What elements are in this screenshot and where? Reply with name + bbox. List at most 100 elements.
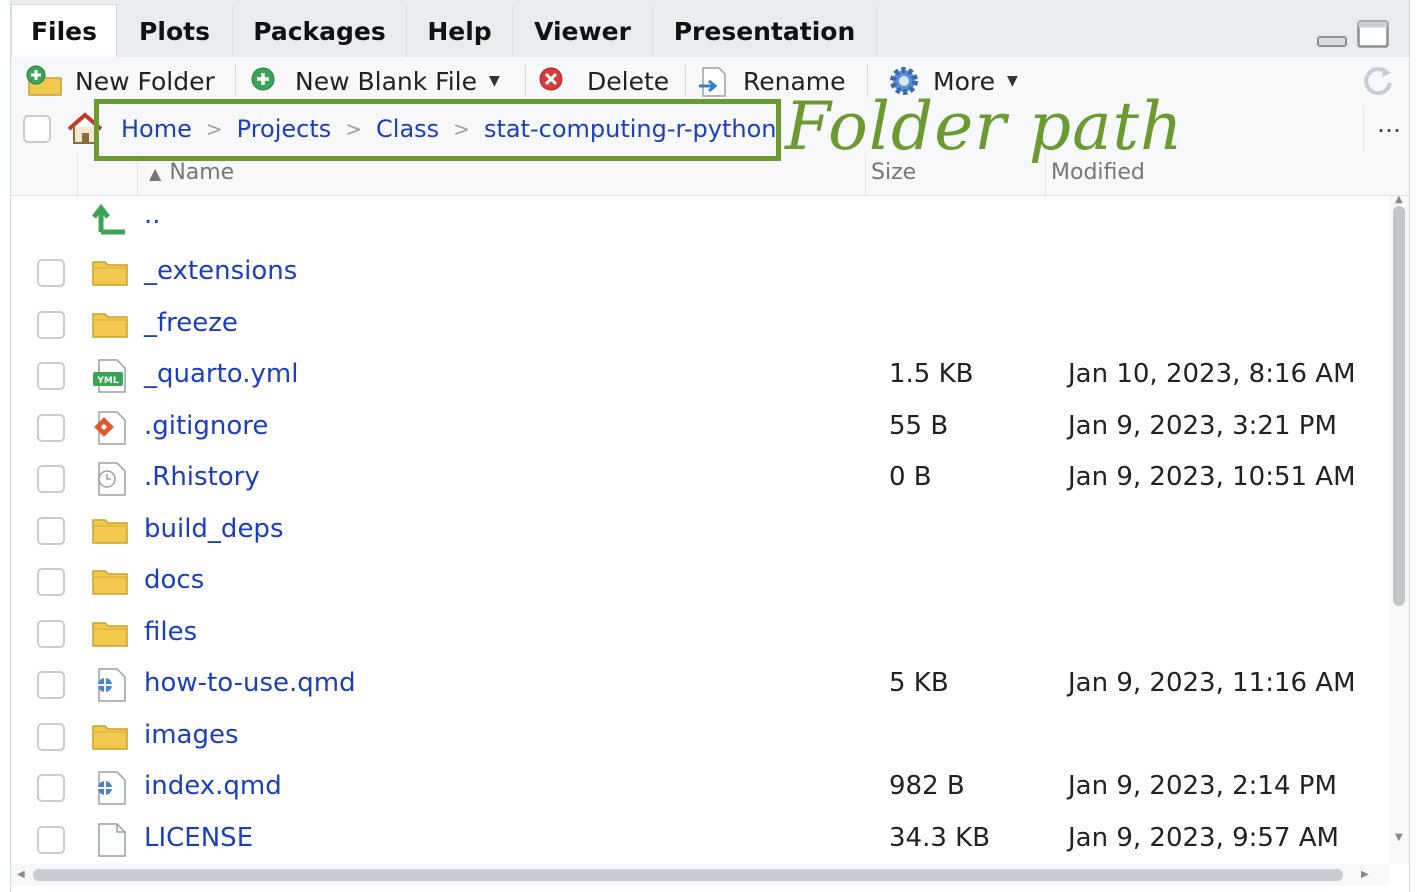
git-file-icon xyxy=(91,410,131,450)
minimize-icon[interactable] xyxy=(1317,34,1347,48)
up-arrow-icon xyxy=(92,203,125,235)
parent-directory-link[interactable]: .. xyxy=(144,200,161,230)
file-row[interactable]: .Rhistory 0 B Jan 9, 2023, 10:51 AM xyxy=(11,453,1389,504)
vertical-scrollbar[interactable]: ▲ ▼ xyxy=(1389,194,1409,864)
new-blank-file-label: New Blank File xyxy=(295,66,477,96)
file-row[interactable]: build_deps xyxy=(11,505,1389,556)
file-name-link[interactable]: docs xyxy=(144,565,204,595)
file-name-link[interactable]: _quarto.yml xyxy=(144,359,298,389)
file-size: 5 KB xyxy=(889,668,949,698)
breadcrumb-divider xyxy=(1363,105,1364,153)
tab-help[interactable]: Help xyxy=(407,6,513,57)
delete-icon xyxy=(539,67,563,91)
file-name-link[interactable]: _extensions xyxy=(144,256,297,286)
row-checkbox[interactable] xyxy=(37,774,65,802)
tab-presentation[interactable]: Presentation xyxy=(653,6,877,57)
svg-text:YML: YML xyxy=(96,376,118,386)
row-checkbox[interactable] xyxy=(37,825,65,854)
file-name-link[interactable]: how-to-use.qmd xyxy=(144,668,356,698)
folder-icon xyxy=(91,255,131,293)
row-checkbox[interactable] xyxy=(37,310,65,339)
maximize-icon[interactable] xyxy=(1357,20,1389,48)
scroll-up-arrow-icon[interactable]: ▲ xyxy=(1395,194,1403,205)
horizontal-scrollbar[interactable]: ◀ ▶ xyxy=(11,864,1389,886)
scroll-right-arrow-icon[interactable]: ▶ xyxy=(1361,869,1369,880)
toolbar-divider xyxy=(685,65,686,97)
file-row[interactable]: _extensions xyxy=(11,247,1389,298)
rename-icon xyxy=(699,67,726,97)
row-checkbox[interactable] xyxy=(37,465,65,493)
row-checkbox[interactable] xyxy=(37,413,65,442)
scroll-left-arrow-icon[interactable]: ◀ xyxy=(17,869,25,880)
file-modified: Jan 9, 2023, 11:16 AM xyxy=(1068,668,1356,698)
file-row[interactable]: index.qmd 982 B Jan 9, 2023, 2:14 PM xyxy=(11,762,1389,813)
tab-packages[interactable]: Packages xyxy=(233,6,407,57)
file-row[interactable]: .gitignore 55 B Jan 9, 2023, 3:21 PM xyxy=(11,402,1389,453)
row-checkbox[interactable] xyxy=(37,568,65,596)
file-name-link[interactable]: build_deps xyxy=(144,514,283,544)
file-row[interactable]: _freeze xyxy=(11,299,1389,350)
file-modified: Jan 9, 2023, 9:57 AM xyxy=(1068,822,1339,853)
file-modified: Jan 9, 2023, 2:14 PM xyxy=(1068,771,1337,801)
vertical-scroll-thumb[interactable] xyxy=(1393,206,1405,606)
file-size: 0 B xyxy=(889,462,932,492)
file-name-link[interactable]: .Rhistory xyxy=(144,462,260,492)
folder-path-annotation: Folder path xyxy=(785,88,1184,165)
file-modified: Jan 9, 2023, 3:21 PM xyxy=(1068,410,1337,441)
file-size: 55 B xyxy=(889,410,949,441)
file-name-link[interactable]: images xyxy=(144,720,239,750)
select-all-checkbox[interactable] xyxy=(23,115,51,143)
folder-icon xyxy=(91,719,131,757)
file-name-link[interactable]: files xyxy=(144,617,197,647)
folder-icon xyxy=(91,513,131,551)
file-size: 1.5 KB xyxy=(889,359,974,389)
file-row[interactable]: files xyxy=(11,608,1389,659)
delete-label: Delete xyxy=(587,66,670,96)
delete-button[interactable]: Delete xyxy=(537,57,669,105)
parent-directory-row[interactable]: .. xyxy=(11,196,1389,247)
tab-plots[interactable]: Plots xyxy=(117,6,233,57)
tab-viewer[interactable]: Viewer xyxy=(513,6,653,57)
file-list: .. _extensions _freeze YML _quarto.yml 1.5 K… xyxy=(11,196,1389,864)
folder-path-highlight xyxy=(94,99,781,161)
file-row[interactable]: docs xyxy=(11,556,1389,607)
history-file-icon xyxy=(91,461,131,501)
chevron-down-icon: ▼ xyxy=(489,73,500,89)
file-row[interactable]: LICENSE 34.3 KB Jan 9, 2023, 9:57 AM xyxy=(11,814,1389,865)
column-divider xyxy=(77,153,78,195)
yml-file-icon: YML xyxy=(91,358,131,398)
row-checkbox[interactable] xyxy=(37,619,65,648)
folder-icon xyxy=(91,564,131,602)
qmd-file-icon xyxy=(91,770,131,810)
file-row[interactable]: how-to-use.qmd 5 KB Jan 9, 2023, 11:16 AM xyxy=(11,659,1389,710)
tab-files[interactable]: Files xyxy=(11,4,117,58)
row-checkbox[interactable] xyxy=(37,722,65,751)
scroll-down-arrow-icon[interactable]: ▼ xyxy=(1395,832,1403,843)
file-size: 982 B xyxy=(889,771,965,801)
new-folder-label: New Folder xyxy=(75,66,215,96)
more-options-icon[interactable]: … xyxy=(1377,110,1401,138)
column-name-header[interactable]: ▲ Name xyxy=(149,160,234,185)
horizontal-scroll-thumb[interactable] xyxy=(33,869,1343,881)
refresh-icon[interactable] xyxy=(1361,63,1397,99)
toolbar-divider xyxy=(525,65,526,97)
file-name-link[interactable]: _freeze xyxy=(144,308,238,338)
row-checkbox[interactable] xyxy=(37,671,65,699)
file-row[interactable]: images xyxy=(11,711,1389,762)
sort-ascending-icon: ▲ xyxy=(149,164,162,183)
new-blank-file-button[interactable]: New Blank File ▼ xyxy=(249,57,500,105)
toolbar-divider xyxy=(235,65,236,97)
text-file-icon xyxy=(91,822,131,862)
file-row[interactable]: YML _quarto.yml 1.5 KB Jan 10, 2023, 8:16 A… xyxy=(11,350,1389,401)
chevron-down-icon: ▼ xyxy=(1006,73,1018,89)
tab-bar: Files Plots Packages Help Viewer Present… xyxy=(11,0,1409,58)
file-name-link[interactable]: .gitignore xyxy=(144,411,268,441)
file-name-link[interactable]: LICENSE xyxy=(144,823,253,853)
file-name-link[interactable]: index.qmd xyxy=(144,771,282,801)
row-checkbox[interactable] xyxy=(37,259,65,287)
row-checkbox[interactable] xyxy=(37,362,65,390)
row-checkbox[interactable] xyxy=(37,516,65,545)
file-modified: Jan 9, 2023, 10:51 AM xyxy=(1068,462,1356,492)
new-folder-button[interactable]: New Folder xyxy=(25,57,215,105)
folder-icon xyxy=(91,616,131,654)
